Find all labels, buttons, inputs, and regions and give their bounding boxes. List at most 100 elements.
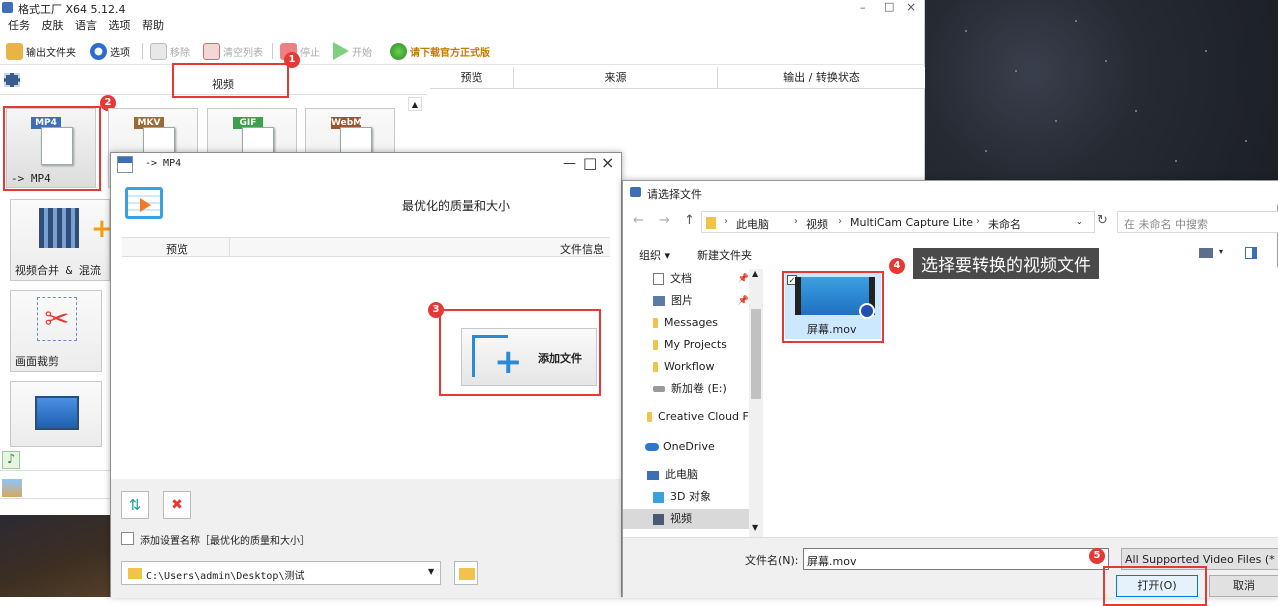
dialog-icon [117, 156, 133, 173]
scrollbar-thumb[interactable] [751, 309, 761, 399]
tile-crop[interactable]: ✂ 画面裁剪 [10, 290, 102, 372]
annotation-tooltip: 选择要转换的视频文件 [913, 248, 1099, 279]
nav-pictures[interactable]: 图片 📌 [623, 291, 749, 311]
category-image[interactable] [0, 477, 110, 499]
menu-task[interactable]: 任务 [8, 17, 30, 33]
nav-3d-objects[interactable]: 3D 对象 [623, 487, 749, 507]
task-list-header: 预览 来源 输出 / 转换状态 [430, 67, 925, 89]
output-path-select[interactable]: C:\Users\admin\Desktop\测试 ▼ [121, 561, 441, 585]
folder-icon [128, 568, 142, 579]
toolbar: 输出文件夹 选项 移除 清空列表 停止 开始 请下载官方正式版 [0, 37, 925, 65]
setting-name-checkbox[interactable] [121, 532, 134, 545]
dialog-minimize-button[interactable]: — [563, 156, 576, 171]
back-icon[interactable]: ← [633, 213, 644, 228]
annotation-marker-5: 5 [1089, 548, 1105, 564]
navigation-scrollbar[interactable]: ▲ ▼ [749, 269, 763, 537]
menu-options[interactable]: 选项 [109, 17, 131, 33]
desktop-wallpaper [925, 0, 1278, 180]
clear-icon [203, 42, 220, 60]
forward-icon[interactable]: → [659, 213, 670, 228]
folder-icon [653, 340, 658, 350]
cloud-icon [645, 443, 659, 451]
cancel-button[interactable]: 取消 [1209, 575, 1278, 597]
nav-documents[interactable]: 文档 📌 [623, 269, 749, 289]
dialog-maximize-button[interactable]: □ [583, 154, 597, 172]
category-audio[interactable]: ♪ [0, 449, 110, 471]
organize-menu[interactable]: 组织 ▾ [639, 247, 670, 263]
annotation-marker-1: 1 [284, 52, 300, 68]
folder-icon [459, 568, 475, 580]
filename-input[interactable]: 屏幕.mov [803, 548, 1109, 570]
up-icon[interactable]: ↑ [684, 213, 695, 228]
nav-messages[interactable]: Messages [623, 313, 749, 333]
col-preview[interactable]: 预览 [430, 67, 514, 89]
breadcrumb-videos[interactable]: 视频 [806, 216, 828, 232]
close-button[interactable]: × [906, 0, 916, 14]
view-options-icon[interactable] [1199, 248, 1213, 258]
nav-onedrive[interactable]: OneDrive [623, 437, 749, 457]
dialog-title: -> MP4 [145, 158, 182, 169]
annotation-box-3 [439, 309, 601, 396]
film-icon [4, 73, 20, 87]
nav-my-projects[interactable]: My Projects [623, 335, 749, 355]
folder-icon [706, 217, 716, 229]
menu-language[interactable]: 语言 [75, 17, 97, 33]
breadcrumb-this-pc[interactable]: 此电脑 [736, 216, 769, 232]
tile-merge[interactable]: + 视频合并 & 混流 [10, 199, 113, 281]
maximize-button[interactable]: □ [884, 0, 894, 13]
download-official-link[interactable]: 请下载官方正式版 [390, 41, 490, 61]
col-file-info[interactable]: 文件信息 [560, 241, 604, 257]
chevron-down-icon[interactable]: ⌄ [1076, 217, 1083, 226]
folder-icon [653, 362, 658, 372]
file-open-dialog: 请选择文件 ← → ↑ › 此电脑 › 视频 › MultiCam Captur… [622, 180, 1278, 606]
col-output-status[interactable]: 输出 / 转换状态 [718, 67, 925, 89]
refresh-icon[interactable]: ↻ [1097, 213, 1108, 228]
nav-drive-e[interactable]: 新加卷 (E:) [623, 379, 749, 399]
dialog-icon [630, 187, 641, 197]
preview-pane-icon[interactable] [1245, 247, 1257, 259]
browse-folder-button[interactable] [454, 561, 478, 585]
scroll-up-icon[interactable]: ▲ [408, 97, 422, 111]
nav-videos[interactable]: 视频 [623, 509, 749, 529]
address-bar[interactable]: › 此电脑 › 视频 › MultiCam Capture Lite › 未命名… [701, 211, 1095, 233]
clear-list-button[interactable]: 清空列表 [203, 41, 263, 61]
nav-this-pc[interactable]: 此电脑 [623, 465, 749, 485]
film-merge-icon [39, 208, 79, 248]
dialog-profile-header: 最优化的质量和大小 [122, 177, 610, 237]
computer-icon [647, 470, 659, 480]
nav-workflow[interactable]: Workflow [623, 357, 749, 377]
start-button[interactable]: 开始 [333, 41, 372, 61]
sort-icon[interactable]: ⇅ [121, 491, 149, 519]
folder-icon [647, 412, 652, 422]
nav-creative-cloud[interactable]: Creative Cloud F [623, 407, 749, 427]
dialog-close-button[interactable]: × [601, 153, 614, 172]
breadcrumb-multicam[interactable]: MultiCam Capture Lite [850, 216, 973, 229]
scissors-icon: ✂ [37, 297, 77, 341]
output-folder-button[interactable]: 输出文件夹 [6, 41, 76, 61]
gear-icon [90, 42, 107, 60]
breadcrumb-unnamed[interactable]: 未命名 [988, 216, 1021, 232]
file-dialog-title: 请选择文件 [647, 188, 702, 201]
tile-screen[interactable] [10, 381, 102, 447]
minimize-button[interactable]: – [860, 1, 866, 14]
menu-help[interactable]: 帮助 [142, 17, 164, 33]
annotation-box-4 [782, 271, 884, 343]
menu-skin[interactable]: 皮肤 [42, 17, 64, 33]
remove-button[interactable]: 移除 [150, 41, 190, 61]
delete-icon[interactable]: ✖ [163, 491, 191, 519]
menu-bar: 任务 皮肤 语言 选项 帮助 [0, 17, 925, 35]
annotation-box-5 [1103, 566, 1207, 606]
options-button[interactable]: 选项 [90, 41, 130, 61]
annotation-marker-3: 3 [428, 302, 444, 318]
drive-icon [653, 386, 665, 392]
new-folder-button[interactable]: 新建文件夹 [697, 247, 752, 263]
col-source[interactable]: 来源 [514, 67, 718, 89]
app-title: 格式工厂 X64 5.12.4 [18, 3, 126, 16]
search-input[interactable]: 在 未命名 中搜索 [1117, 211, 1278, 233]
folder-icon [6, 42, 23, 60]
cube-icon [653, 491, 664, 503]
quality-profile-label[interactable]: 最优化的质量和大小 [402, 197, 510, 214]
mp4-settings-dialog: -> MP4 — □ × 最优化的质量和大小 预览 文件信息 + 添加文件 3 … [110, 152, 622, 598]
col-preview[interactable]: 预览 [166, 241, 188, 257]
pin-icon: 📌 [737, 274, 749, 284]
